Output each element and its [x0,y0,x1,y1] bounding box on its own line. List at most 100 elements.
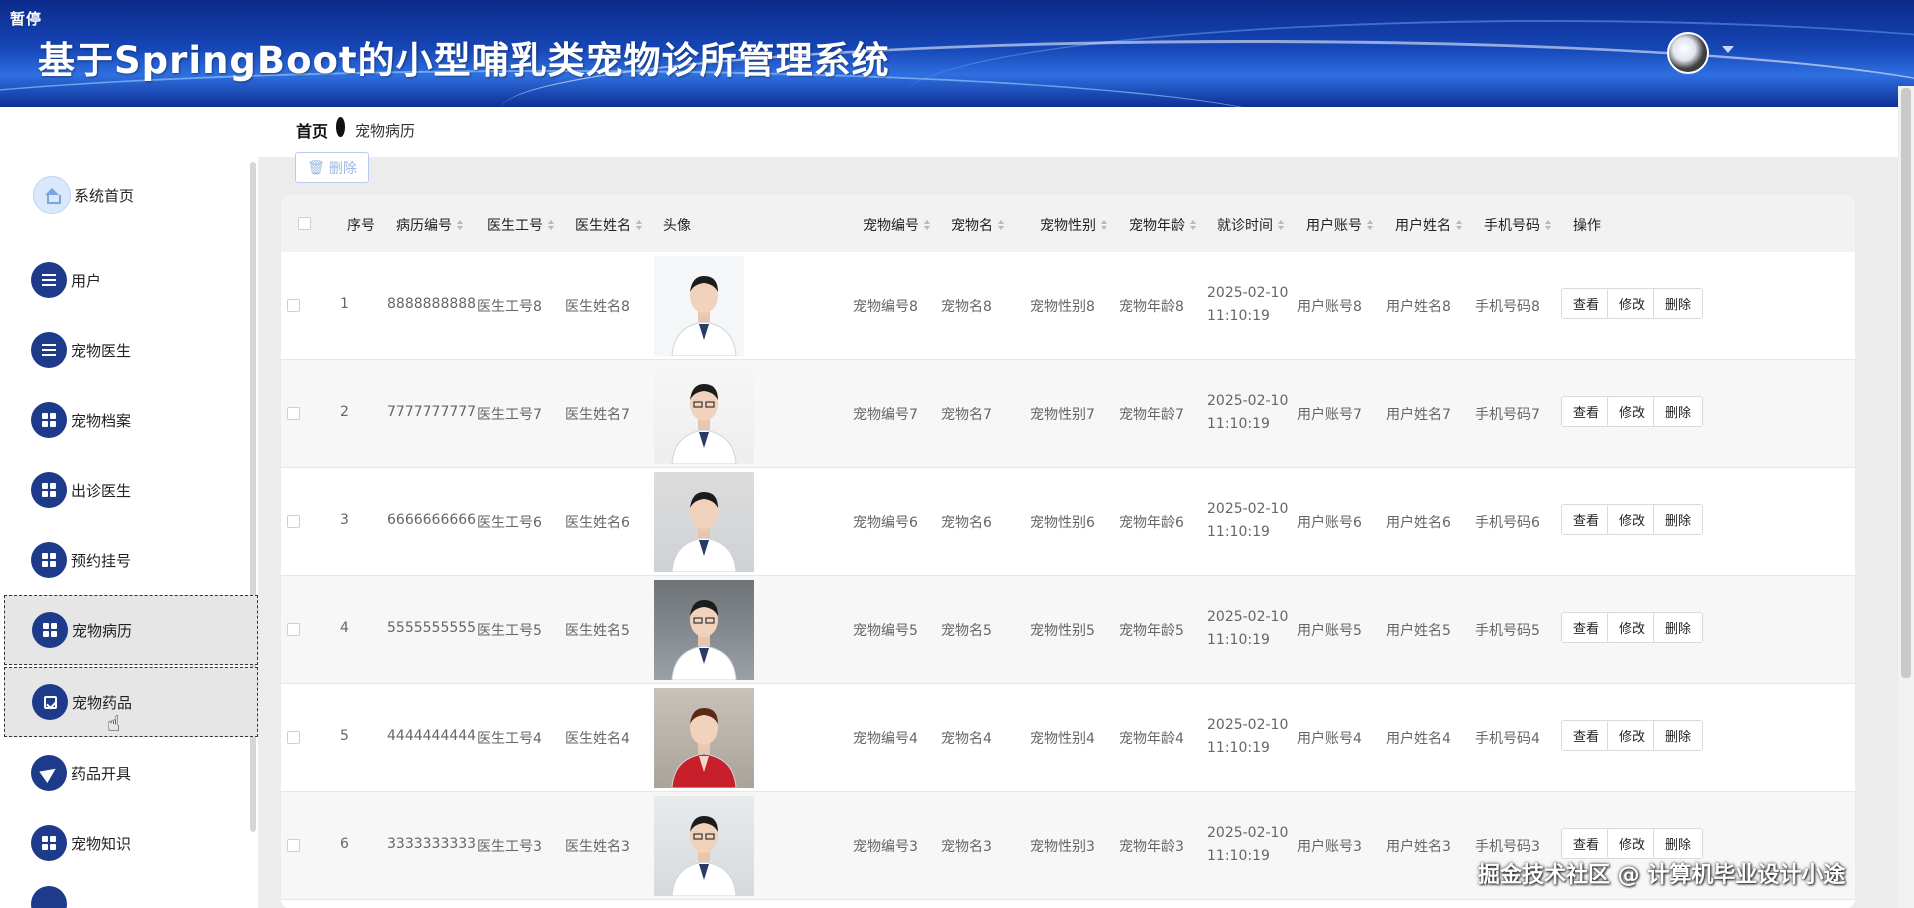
delete-button[interactable]: 删除 [1653,828,1703,859]
sidebar-item-label: 用户 [71,271,102,290]
batch-delete-button[interactable]: 🗑 删除 [295,152,369,183]
edit-button[interactable]: 修改 [1607,396,1657,427]
cell-user-name: 用户姓名5 [1386,623,1451,639]
cell-index: 5 [340,728,349,744]
view-button[interactable]: 查看 [1561,288,1611,319]
cell-index: 1 [340,296,349,312]
th-user-name[interactable]: 用户姓名 [1395,215,1462,235]
cell-pet-name: 宠物名4 [941,731,992,747]
cell-visit-time: 2025-02-10 11:10:19 [1207,717,1289,756]
view-button[interactable]: 查看 [1561,720,1611,751]
sort-icon [1545,220,1551,230]
row-checkbox[interactable] [287,839,300,852]
chevron-down-icon[interactable] [1722,46,1734,53]
chart-icon [32,684,68,720]
doctor-photo [654,688,754,788]
th-pet-gender[interactable]: 宠物性别 [1040,215,1107,235]
th-doctor-name[interactable]: 医生姓名 [575,215,642,235]
cell-pet-age: 宠物年龄6 [1119,515,1184,531]
th-doctor-id[interactable]: 医生工号 [487,215,554,235]
view-button[interactable]: 查看 [1561,396,1611,427]
th-user-account[interactable]: 用户账号 [1306,215,1373,235]
th-visit-time[interactable]: 就诊时间 [1217,215,1284,235]
user-avatar[interactable] [1667,32,1709,74]
cell-pet-gender: 宠物性别6 [1030,515,1095,531]
doctor-photo [654,472,754,572]
row-checkbox[interactable] [287,623,300,636]
sidebar-item-prescription[interactable]: 药品开具 [0,738,258,808]
sort-icon [1101,220,1107,230]
row-checkbox[interactable] [287,407,300,420]
delete-button[interactable]: 删除 [1653,612,1703,643]
cell-user-account: 用户账号3 [1297,839,1362,855]
delete-button[interactable]: 删除 [1653,396,1703,427]
th-pet-name[interactable]: 宠物名 [951,215,1004,235]
sort-icon [1456,220,1462,230]
sidebar-item-visiting-doctor[interactable]: 出诊医生 [0,455,258,525]
sidebar-item-appointment[interactable]: 预约挂号 [0,525,258,595]
cell-record-no: 7777777777 [387,404,477,420]
delete-button[interactable]: 删除 [1653,504,1703,535]
view-button[interactable]: 查看 [1561,504,1611,535]
cell-pet-no: 宠物编号7 [853,407,918,423]
sidebar-item-label: 宠物知识 [71,834,132,853]
cell-pet-gender: 宠物性别3 [1030,839,1095,855]
sidebar-item-label: 出诊医生 [71,481,132,500]
cell-phone: 手机号码4 [1475,731,1540,747]
row-checkbox[interactable] [287,299,300,312]
cell-user-account: 用户账号4 [1297,731,1362,747]
th-index: 序号 [347,218,375,234]
edit-button[interactable]: 修改 [1607,612,1657,643]
sidebar-item-pet-doctor[interactable]: 宠物医生 [0,315,258,385]
th-record-no[interactable]: 病历编号 [396,215,463,235]
edit-button[interactable]: 修改 [1607,288,1657,319]
th-pet-age[interactable]: 宠物年龄 [1129,215,1196,235]
sidebar-item-users[interactable]: 用户 [0,245,258,315]
grid-icon [31,402,67,438]
breadcrumb-home[interactable]: 首页 [296,118,328,142]
cell-phone: 手机号码8 [1475,299,1540,315]
sidebar-item-pet-knowledge[interactable]: 宠物知识 [0,808,258,878]
cell-pet-name: 宠物名7 [941,407,992,423]
row-checkbox[interactable] [287,731,300,744]
sidebar-item-label: 预约挂号 [71,551,132,570]
cell-user-account: 用户账号6 [1297,515,1362,531]
sidebar-item-home[interactable]: 系统首页 [0,160,258,230]
cell-user-account: 用户账号7 [1297,407,1362,423]
th-phone[interactable]: 手机号码 [1484,215,1551,235]
sidebar-item-pet-archive[interactable]: 宠物档案 [0,385,258,455]
row-checkbox[interactable] [287,515,300,528]
cell-pet-no: 宠物编号8 [853,299,918,315]
select-all-checkbox[interactable] [298,217,311,230]
delete-button[interactable]: 删除 [1653,720,1703,751]
sort-icon [548,220,554,230]
cell-doctor-name: 医生姓名6 [565,515,630,531]
cell-doctor-id: 医生工号8 [477,299,542,315]
cell-record-no: 6666666666 [387,512,477,528]
records-table: 序号 病历编号 医生工号 医生姓名 头像 宠物编号 宠物名 宠物性别 宠物年龄 … [281,195,1855,908]
grid-icon [31,542,67,578]
cell-doctor-name: 医生姓名7 [565,407,630,423]
page-scrollbar[interactable] [1898,86,1914,908]
send-icon [31,755,67,791]
th-pet-no[interactable]: 宠物编号 [863,215,930,235]
sidebar-item-label: 宠物医生 [71,341,132,360]
edit-button[interactable]: 修改 [1607,828,1657,859]
cell-pet-name: 宠物名5 [941,623,992,639]
list-icon [31,886,67,908]
view-button[interactable]: 查看 [1561,828,1611,859]
th-avatar: 头像 [663,218,691,234]
list-icon [31,262,67,298]
edit-button[interactable]: 修改 [1607,720,1657,751]
edit-button[interactable]: 修改 [1607,504,1657,535]
cell-doctor-name: 医生姓名8 [565,299,630,315]
cell-user-name: 用户姓名8 [1386,299,1451,315]
pointer-cursor-icon: ☝ [107,712,121,737]
sidebar-item-pet-records[interactable]: 宠物病历 [4,595,258,665]
view-button[interactable]: 查看 [1561,612,1611,643]
cell-index: 3 [340,512,349,528]
sidebar-item-pet-medicine[interactable]: 宠物药品 [4,667,258,737]
delete-button[interactable]: 删除 [1653,288,1703,319]
cell-visit-time: 2025-02-10 11:10:19 [1207,501,1289,540]
sidebar-item-more[interactable] [0,880,258,908]
